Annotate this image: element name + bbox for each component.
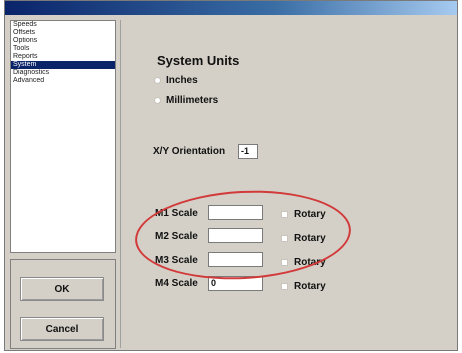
- rotary-checkbox[interactable]: [281, 282, 288, 290]
- m2-scale-label: M2 Scale: [155, 231, 198, 242]
- rotary-label: Rotary: [294, 232, 326, 244]
- button-panel: OK Cancel: [10, 259, 116, 349]
- units-option-inches[interactable]: Inches: [154, 73, 198, 87]
- m1-scale-field[interactable]: [208, 205, 263, 220]
- units-option-label: Inches: [166, 74, 198, 86]
- orientation-field[interactable]: -1: [238, 144, 258, 159]
- m2-scale-field[interactable]: [208, 228, 263, 243]
- panel-divider: [120, 20, 121, 348]
- m4-rotary-option[interactable]: Rotary: [281, 279, 326, 293]
- cancel-button[interactable]: Cancel: [20, 317, 104, 341]
- nav-item-tools[interactable]: Tools: [11, 45, 115, 53]
- m3-rotary-option[interactable]: Rotary: [281, 255, 326, 269]
- rotary-label: Rotary: [294, 208, 326, 220]
- radio-button[interactable]: [154, 96, 161, 104]
- ok-button[interactable]: OK: [20, 277, 104, 301]
- nav-item-options[interactable]: Options: [11, 37, 115, 45]
- rotary-label: Rotary: [294, 256, 326, 268]
- settings-window: Speeds Offsets Options Tools Reports Sys…: [4, 0, 458, 351]
- rotary-checkbox[interactable]: [281, 234, 288, 242]
- m4-scale-label: M4 Scale: [155, 278, 198, 289]
- orientation-label: X/Y Orientation: [153, 146, 226, 157]
- rotary-checkbox[interactable]: [281, 258, 288, 266]
- nav-item-offsets[interactable]: Offsets: [11, 29, 115, 37]
- nav-item-reports[interactable]: Reports: [11, 53, 115, 61]
- rotary-checkbox[interactable]: [281, 210, 288, 218]
- title-bar: [5, 1, 457, 15]
- nav-item-diagnostics[interactable]: Diagnostics: [11, 69, 115, 77]
- system-units-title: System Units: [157, 53, 240, 68]
- m2-rotary-option[interactable]: Rotary: [281, 231, 326, 245]
- rotary-label: Rotary: [294, 280, 326, 292]
- radio-button[interactable]: [154, 76, 161, 84]
- category-list[interactable]: Speeds Offsets Options Tools Reports Sys…: [10, 20, 116, 253]
- units-option-label: Millimeters: [166, 94, 219, 106]
- m1-scale-label: M1 Scale: [155, 208, 198, 219]
- m1-rotary-option[interactable]: Rotary: [281, 207, 326, 221]
- nav-item-speeds[interactable]: Speeds: [11, 21, 115, 29]
- nav-item-advanced[interactable]: Advanced: [11, 77, 115, 85]
- m4-scale-field[interactable]: 0: [208, 276, 263, 291]
- m3-scale-label: M3 Scale: [155, 255, 198, 266]
- m3-scale-field[interactable]: [208, 252, 263, 267]
- nav-item-system[interactable]: System: [11, 61, 115, 69]
- units-option-millimeters[interactable]: Millimeters: [154, 93, 218, 107]
